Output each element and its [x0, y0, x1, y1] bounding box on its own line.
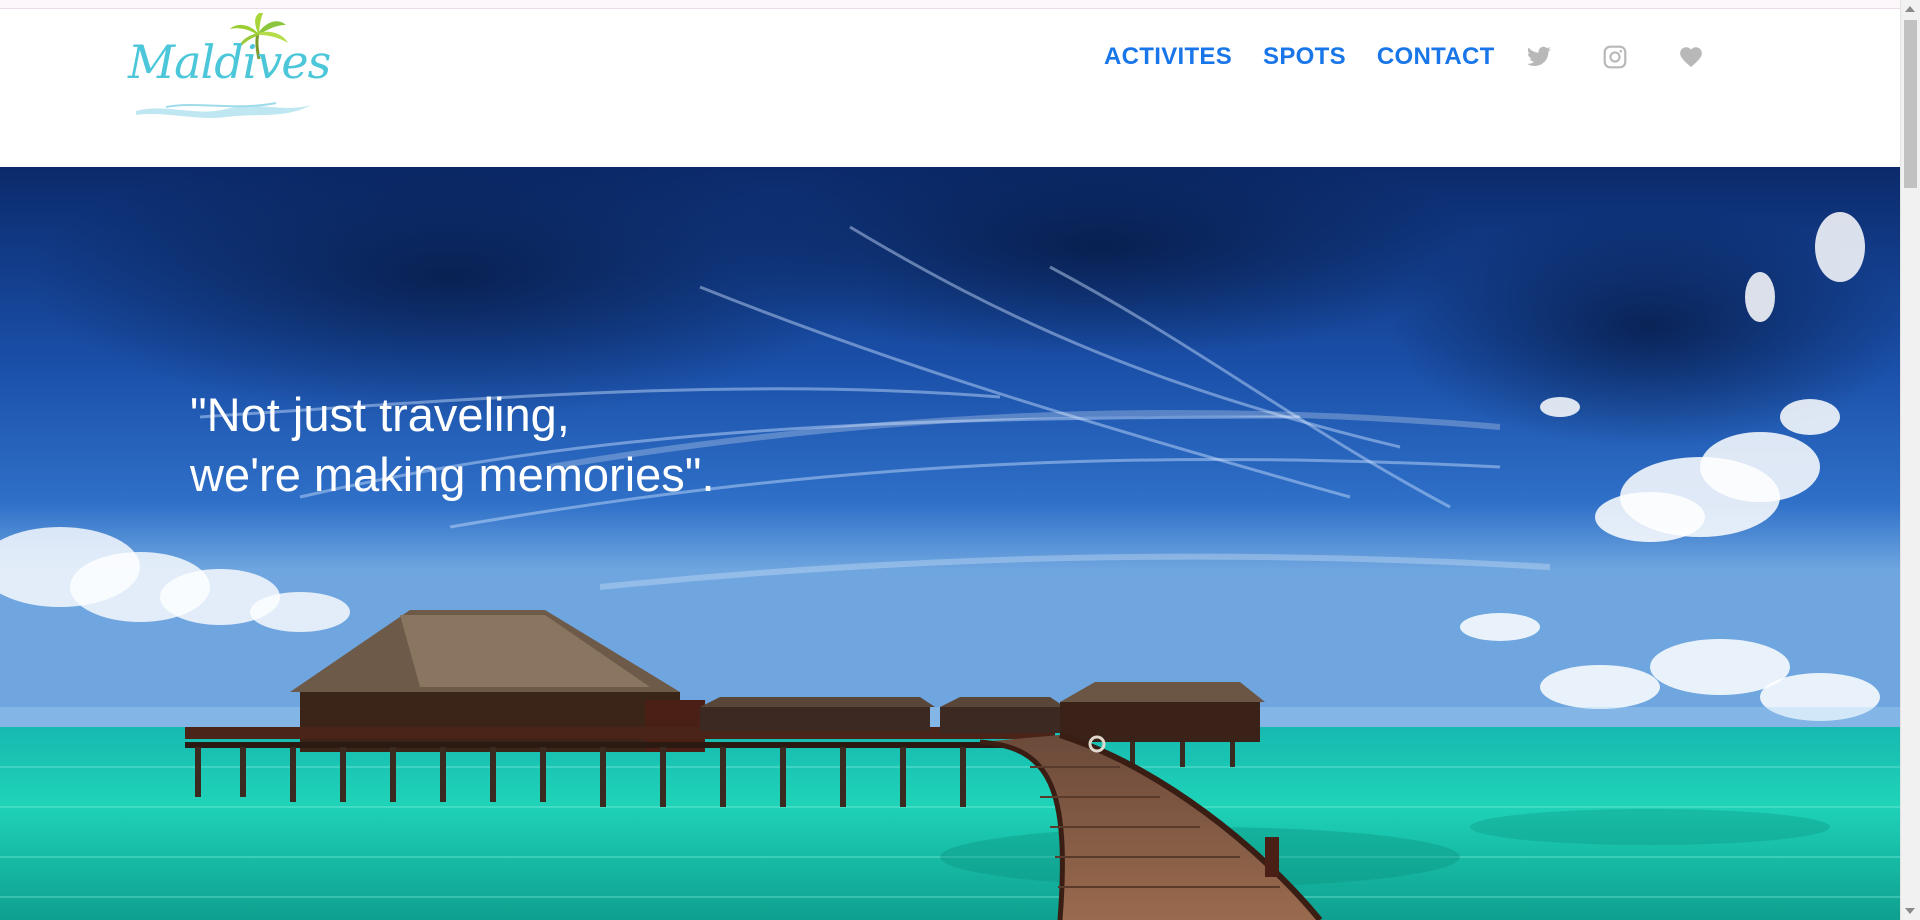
page-scrollbar[interactable] — [1900, 0, 1920, 920]
instagram-icon[interactable] — [1602, 44, 1628, 70]
scroll-down-arrow-icon[interactable] — [1905, 908, 1915, 914]
hero-section: "Not just traveling, we're making memori… — [0, 167, 1900, 920]
hero-background-image — [0, 167, 1900, 920]
hero-quote-line-2: we're making memories". — [190, 448, 715, 501]
logo-text: Maldives — [128, 35, 331, 89]
scrollbar-thumb[interactable] — [1904, 20, 1917, 188]
hero-quote: "Not just traveling, we're making memori… — [190, 385, 715, 505]
scroll-up-arrow-icon[interactable] — [1905, 6, 1915, 12]
twitter-icon[interactable] — [1526, 44, 1552, 70]
maldives-logo[interactable]: Maldives — [126, 11, 331, 123]
browser-top-strip — [0, 0, 1900, 9]
main-nav: ACTIVITES SPOTS CONTACT — [1104, 43, 1754, 71]
nav-link-activites[interactable]: ACTIVITES — [1104, 43, 1232, 71]
navbar: Maldives ACTIVITES SPOTS CONTACT — [0, 9, 1900, 167]
heart-icon[interactable] — [1678, 44, 1704, 70]
nav-link-spots[interactable]: SPOTS — [1263, 43, 1346, 71]
nav-link-contact[interactable]: CONTACT — [1377, 43, 1495, 71]
hero-quote-line-1: "Not just traveling, — [190, 388, 570, 441]
